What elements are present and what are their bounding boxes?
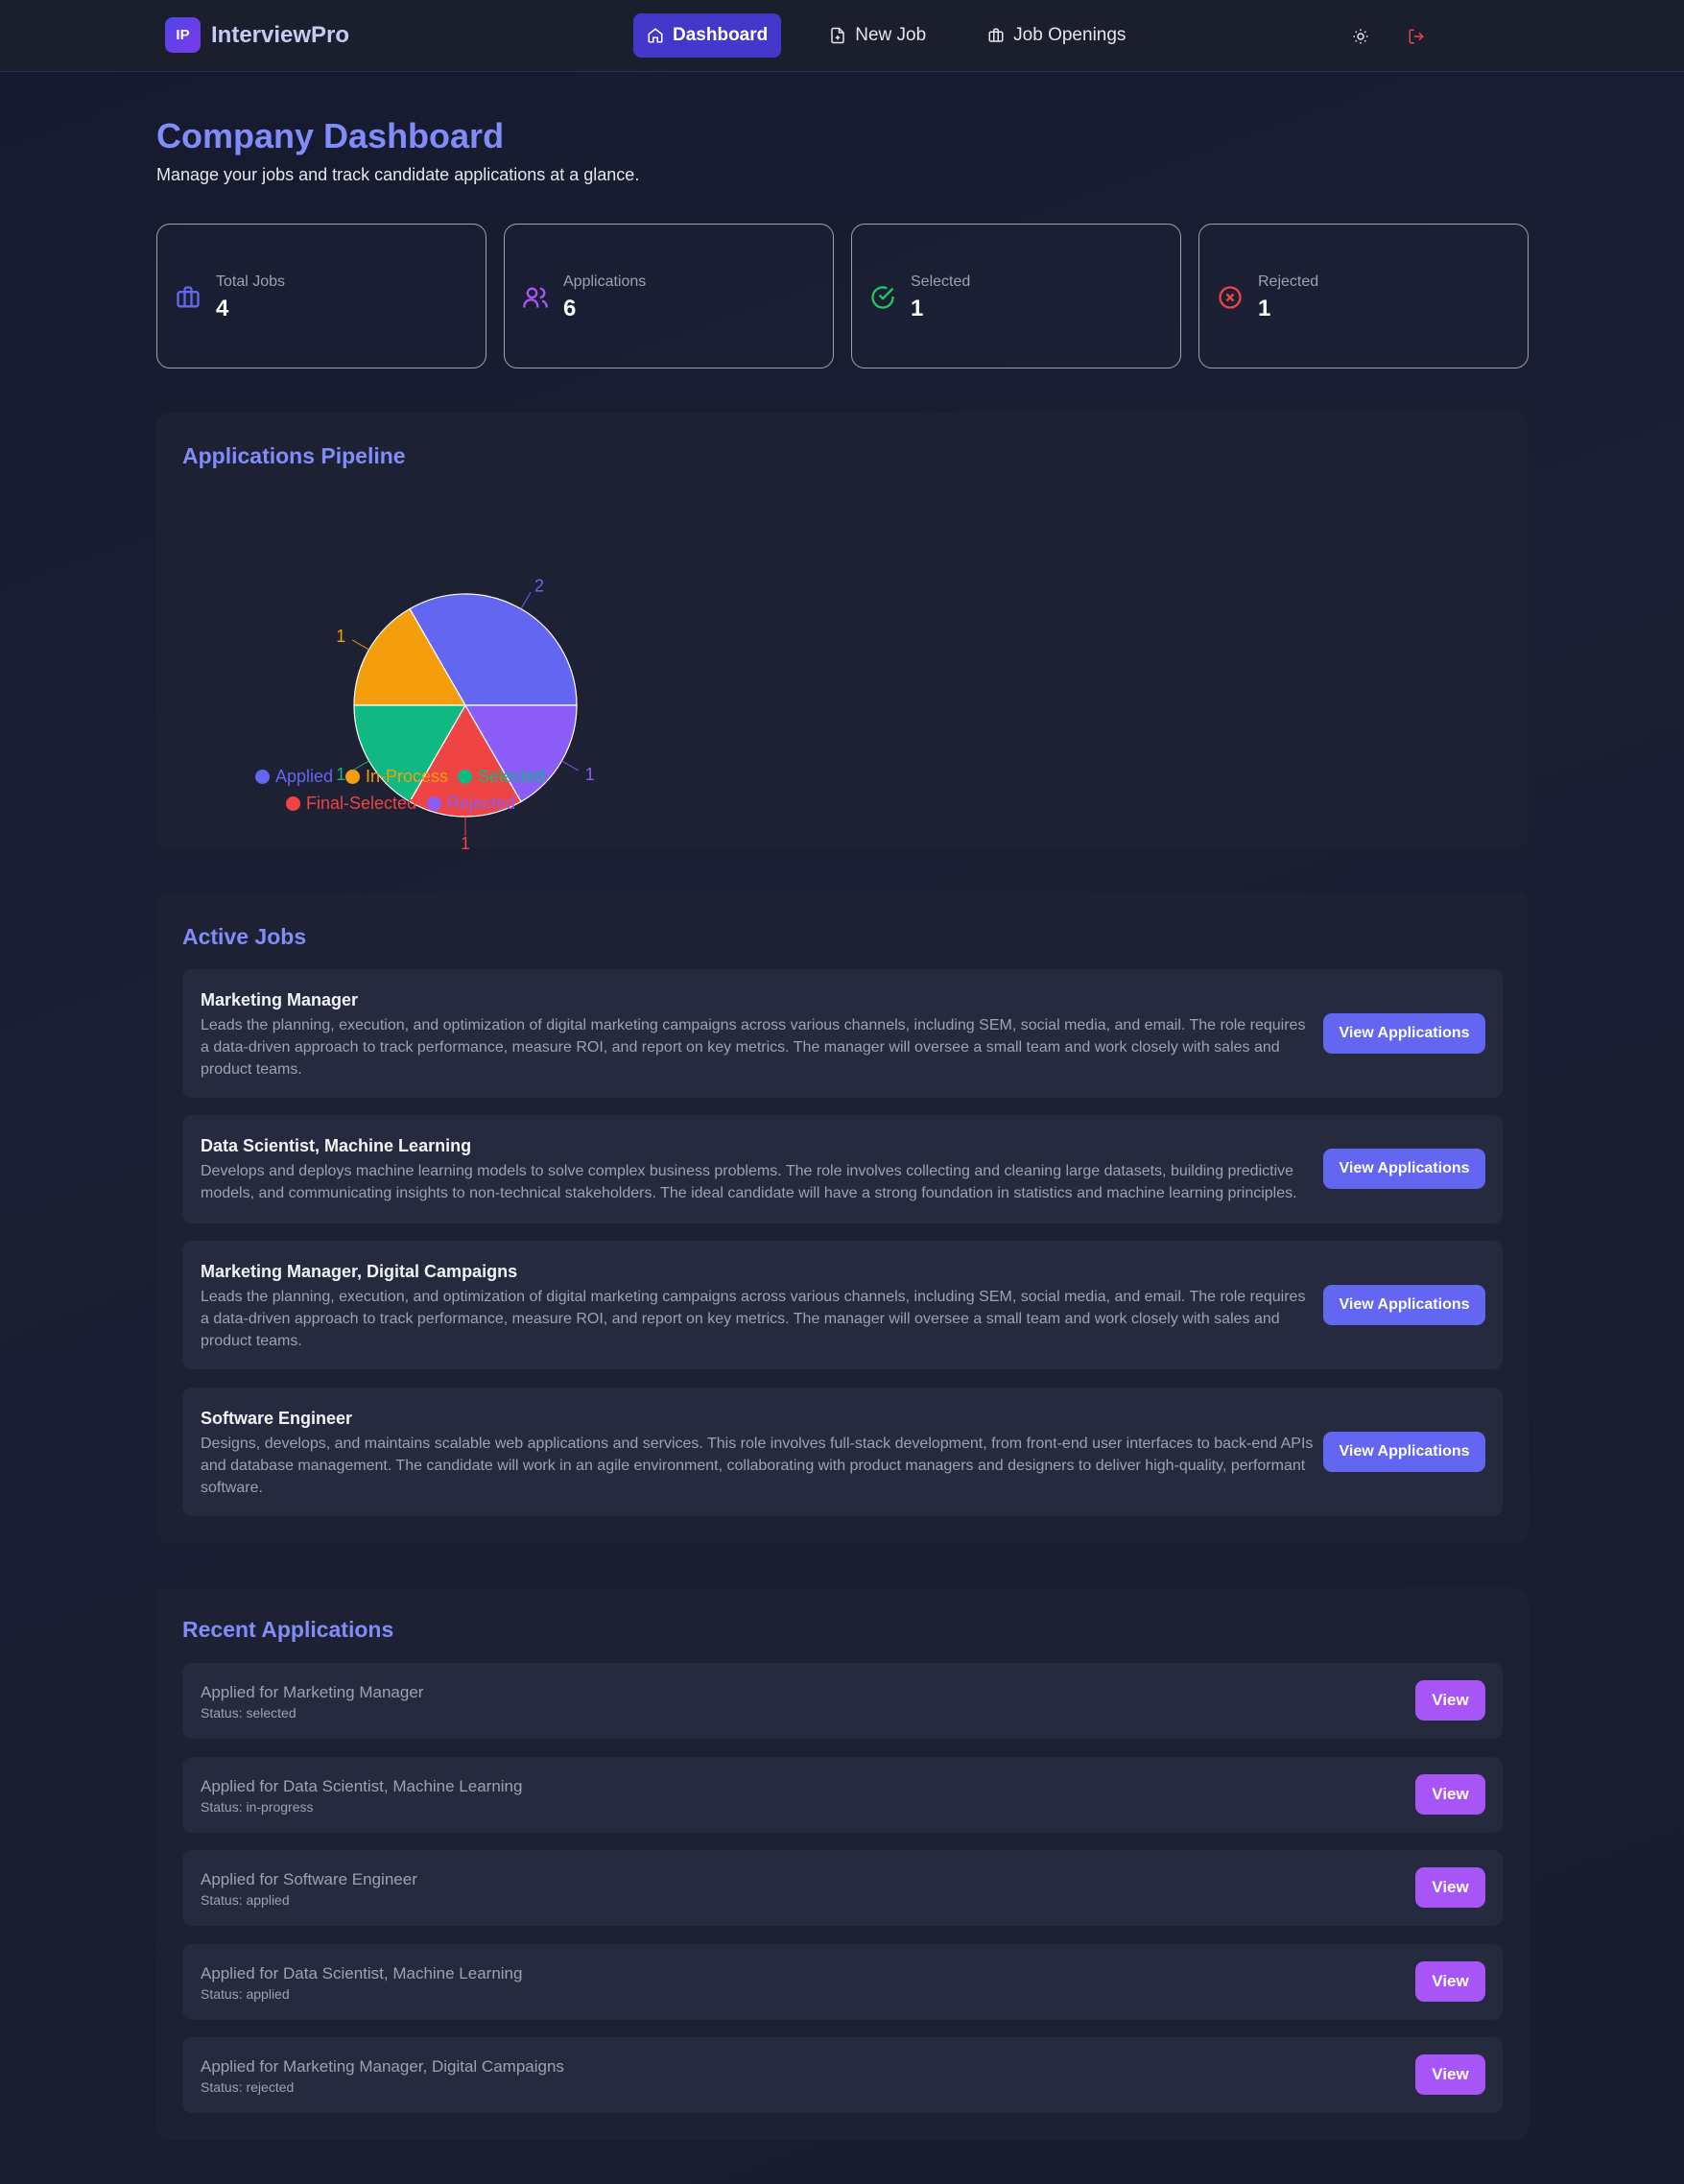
application-status: Status: applied: [201, 1892, 290, 1908]
nav-new-job-label: New Job: [855, 25, 927, 45]
view-application-button[interactable]: View: [1415, 1774, 1485, 1815]
job-title: Marketing Manager, Digital Campaigns: [201, 1262, 518, 1281]
nav-dashboard[interactable]: Dashboard: [633, 13, 782, 58]
stat-card-selected: Selected 1: [851, 224, 1181, 368]
stat-card-total-jobs: Total Jobs 4: [156, 224, 486, 368]
job-description: Leads the planning, execution, and optim…: [201, 1017, 1306, 1078]
users-icon: [523, 287, 548, 308]
legend-item-rejected[interactable]: Rejected: [427, 794, 515, 814]
job-title: Marketing Manager: [201, 990, 359, 1009]
stat-value: 6: [563, 296, 577, 321]
legend-item-in-process[interactable]: In-Process: [345, 767, 448, 787]
job-description: Leads the planning, execution, and optim…: [201, 1289, 1306, 1349]
job-card: Marketing Manager, Digital Campaigns Lea…: [182, 1241, 1503, 1369]
view-application-button[interactable]: View: [1415, 1867, 1485, 1908]
pipeline-panel: Applications Pipeline 21111 Applied In-P…: [156, 413, 1529, 853]
legend-label: Rejected: [447, 794, 516, 813]
application-title: Applied for Software Engineer: [201, 1870, 417, 1888]
brand-logo[interactable]: IP InterviewPro: [165, 17, 349, 53]
app-name: InterviewPro: [211, 21, 350, 48]
stat-value: 1: [911, 296, 924, 321]
view-applications-button[interactable]: View Applications: [1323, 1432, 1485, 1472]
stat-label: Rejected: [1258, 273, 1319, 290]
nav-links: Dashboard New Job Job Openings: [633, 13, 1174, 58]
job-description: Designs, develops, and maintains scalabl…: [201, 1436, 1314, 1496]
recent-applications-panel: Recent Applications Applied for Marketin…: [156, 1588, 1529, 2140]
view-application-button[interactable]: View: [1415, 1961, 1485, 2002]
view-applications-button[interactable]: View Applications: [1323, 1285, 1485, 1325]
nav-actions: [1318, 23, 1430, 50]
legend-label: In-Process: [366, 767, 449, 786]
stat-card-applications: Applications 6: [504, 224, 834, 368]
application-status: Status: rejected: [201, 2079, 295, 2095]
application-title: Applied for Data Scientist, Machine Lear…: [201, 1964, 523, 1982]
stat-card-rejected: Rejected 1: [1198, 224, 1529, 368]
legend-dot: [458, 770, 472, 784]
application-row: Applied for Marketing Manager, Digital C…: [182, 2037, 1503, 2113]
view-applications-button[interactable]: View Applications: [1323, 1149, 1485, 1189]
stats-row: Total Jobs 4 Applications 6 Selected 1 R…: [156, 224, 1546, 368]
active-jobs-title: Active Jobs: [182, 924, 307, 949]
theme-toggle-button[interactable]: [1347, 23, 1374, 50]
logout-button[interactable]: [1403, 23, 1430, 50]
top-navbar: IP InterviewPro Dashboard New Job Job Op…: [0, 0, 1684, 72]
stat-label: Total Jobs: [216, 273, 286, 290]
view-application-button[interactable]: View: [1415, 2054, 1485, 2095]
application-status: Status: applied: [201, 1986, 290, 2002]
logout-icon: [1409, 29, 1424, 44]
legend-item-selected[interactable]: Selected: [458, 767, 545, 787]
nav-job-openings[interactable]: Job Openings: [974, 13, 1139, 58]
application-row: Applied for Marketing Manager Status: se…: [182, 1663, 1503, 1739]
check-circle-icon: [871, 286, 894, 309]
sun-icon: [1353, 29, 1368, 44]
application-title: Applied for Data Scientist, Machine Lear…: [201, 1777, 523, 1795]
home-icon: [648, 28, 663, 43]
stat-label: Selected: [911, 273, 971, 290]
nav-new-job[interactable]: New Job: [816, 13, 939, 58]
legend-item-applied[interactable]: Applied: [255, 767, 333, 787]
chart-legend: Applied In-Process Selected Final-Select…: [156, 413, 1529, 847]
page-subtitle: Manage your jobs and track candidate app…: [156, 165, 640, 184]
application-row: Applied for Software Engineer Status: ap…: [182, 1850, 1503, 1926]
view-application-button[interactable]: View: [1415, 1680, 1485, 1721]
legend-item-final-selected[interactable]: Final-Selected: [286, 794, 416, 814]
nav-job-openings-label: Job Openings: [1013, 25, 1127, 45]
x-circle-icon: [1219, 286, 1242, 309]
recent-applications-title: Recent Applications: [182, 1617, 394, 1642]
job-card: Marketing Manager Leads the planning, ex…: [182, 969, 1503, 1098]
application-row: Applied for Data Scientist, Machine Lear…: [182, 1757, 1503, 1833]
job-description: Develops and deploys machine learning mo…: [201, 1163, 1297, 1201]
legend-label: Selected: [478, 767, 546, 786]
legend-label: Applied: [275, 767, 334, 786]
application-row: Applied for Data Scientist, Machine Lear…: [182, 1944, 1503, 2020]
page-title: Company Dashboard: [156, 116, 505, 155]
job-card: Software Engineer Designs, develops, and…: [182, 1388, 1503, 1516]
legend-dot: [427, 796, 441, 811]
legend-label: Final-Selected: [306, 794, 417, 813]
briefcase-icon: [177, 286, 200, 308]
legend-dot: [286, 796, 300, 811]
job-card: Data Scientist, Machine Learning Develop…: [182, 1115, 1503, 1223]
job-title: Software Engineer: [201, 1409, 353, 1428]
legend-dot: [345, 770, 360, 784]
file-plus-icon: [831, 27, 844, 44]
legend-dot: [255, 770, 270, 784]
application-title: Applied for Marketing Manager: [201, 1683, 424, 1701]
job-title: Data Scientist, Machine Learning: [201, 1136, 472, 1155]
logo-mark: IP: [165, 17, 201, 53]
nav-dashboard-label: Dashboard: [673, 25, 769, 45]
stat-value: 4: [216, 296, 229, 321]
application-status: Status: in-progress: [201, 1799, 314, 1815]
application-status: Status: selected: [201, 1705, 296, 1721]
stat-label: Applications: [563, 273, 647, 290]
briefcase-icon: [988, 28, 1004, 42]
stat-value: 1: [1258, 296, 1271, 321]
application-title: Applied for Marketing Manager, Digital C…: [201, 2057, 564, 2076]
active-jobs-panel: Active Jobs Marketing Manager Leads the …: [156, 892, 1529, 1543]
view-applications-button[interactable]: View Applications: [1323, 1013, 1485, 1054]
